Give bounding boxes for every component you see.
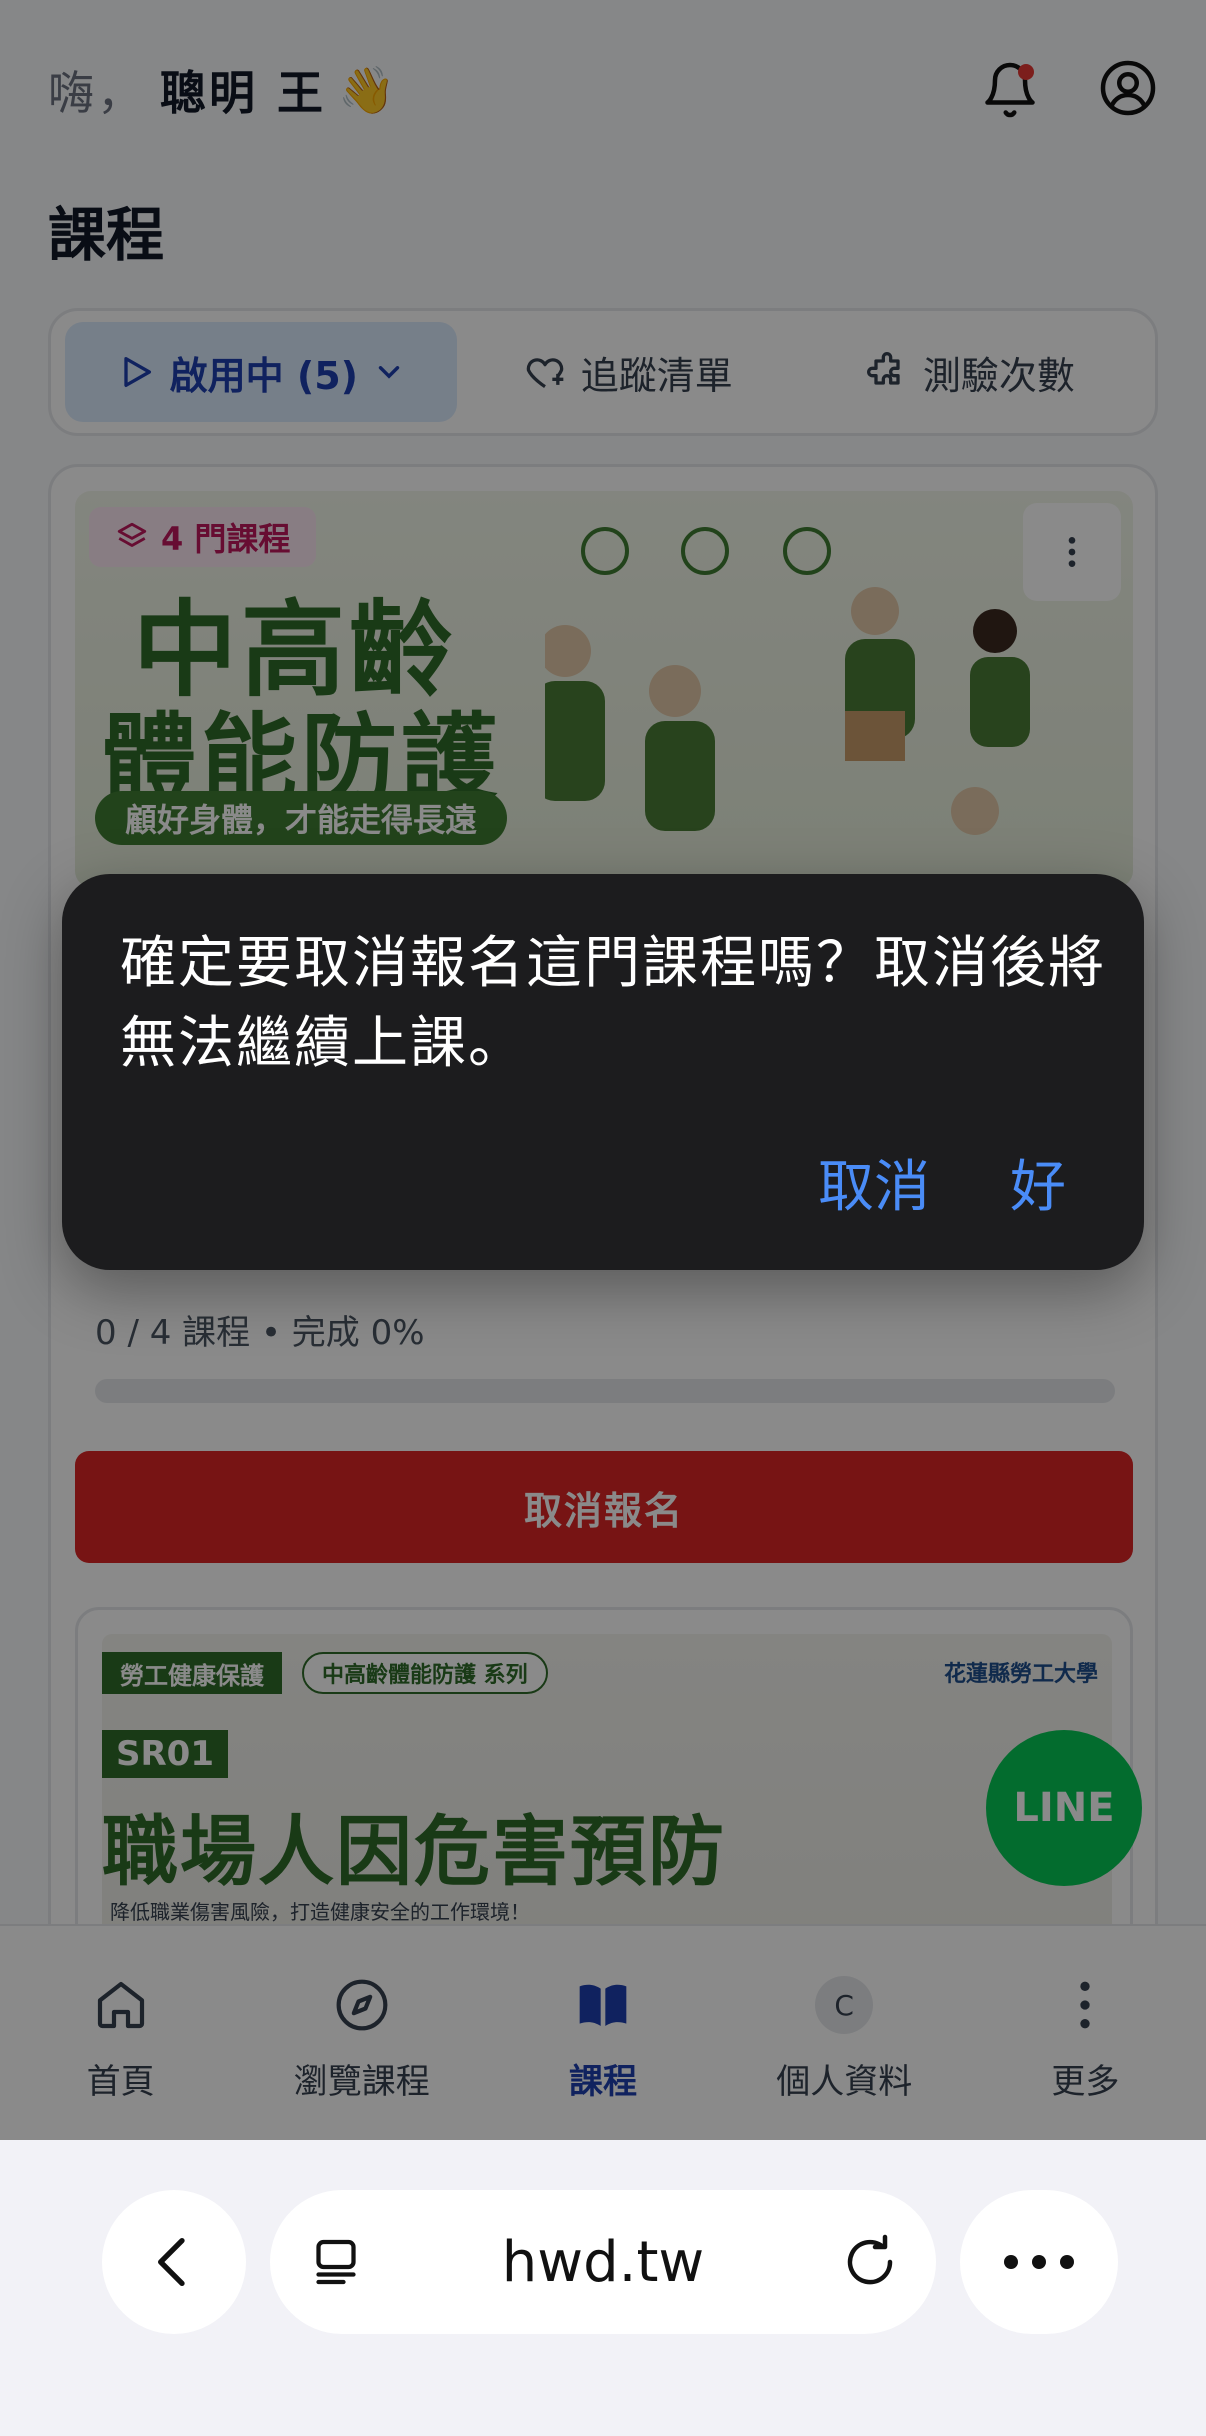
- confirm-dialog: 確定要取消報名這門課程嗎？取消後將無法繼續上課。 取消 好: [62, 874, 1144, 1270]
- dot: [1060, 2255, 1074, 2269]
- browser-more-button[interactable]: [960, 2190, 1118, 2334]
- dialog-cancel-button[interactable]: 取消: [818, 1142, 930, 1223]
- chevron-left-icon: [158, 2238, 185, 2286]
- browser-toolbar: hwd.tw: [0, 2140, 1206, 2436]
- dot: [1032, 2255, 1046, 2269]
- tabs-icon: [316, 2239, 356, 2285]
- dialog-ok-button[interactable]: 好: [1010, 1142, 1066, 1223]
- dot: [1004, 2255, 1018, 2269]
- browser-back-button[interactable]: [102, 2190, 246, 2334]
- reload-icon[interactable]: [840, 2232, 900, 2292]
- dialog-message: 確定要取消報名這門課程嗎？取消後將無法繼續上課。: [120, 931, 1106, 1076]
- browser-address-bar[interactable]: hwd.tw: [270, 2190, 936, 2334]
- browser-url: hwd.tw: [501, 2229, 705, 2295]
